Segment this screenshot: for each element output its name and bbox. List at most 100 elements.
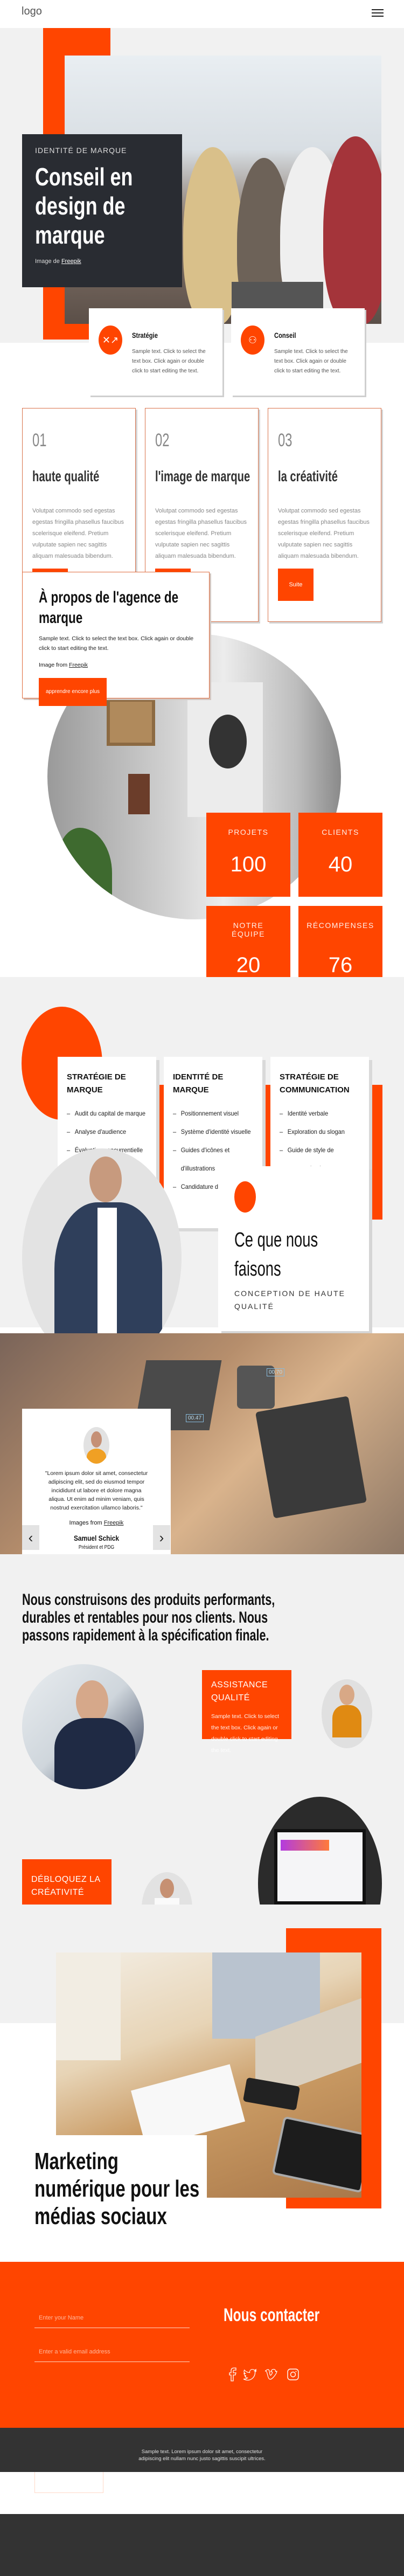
credit-prefix: Images from (69, 1520, 102, 1526)
photo-person (323, 136, 381, 324)
box-title: ASSISTANCE QUALITÉ (211, 1680, 268, 1702)
name-input[interactable] (34, 2308, 190, 2328)
testimonial-quote: "Lorem ipsum dolor sit amet, consectetur… (45, 1470, 148, 1511)
footer-edge (0, 2514, 404, 2519)
testimonial-avatar (83, 1427, 109, 1464)
hamburger-menu-button[interactable] (372, 8, 384, 18)
service-title: STRATÉGIE DE COMMUNICATION (280, 1072, 350, 1095)
hamburger-icon-bar (372, 12, 384, 13)
instagram-icon[interactable] (287, 2367, 299, 2382)
strategy-icon: ✕↗ (99, 326, 122, 355)
facebook-icon[interactable] (226, 2367, 238, 2382)
hero-title: Conseil en design de marque (35, 163, 133, 249)
chart-label: 00.47 (186, 1414, 204, 1422)
photo-dashboard-card (281, 1840, 329, 1851)
footer-text: Sample text. Lorem ipsum dolor sit amet,… (138, 2449, 266, 2462)
chart-label: 00.70 (267, 1368, 285, 1376)
site-header: logo (0, 0, 404, 28)
photo-tablet (271, 2116, 361, 2193)
photo-suit (54, 1718, 135, 1789)
carousel-prev-button[interactable]: ‹ (22, 1525, 39, 1550)
photo-head (160, 1879, 174, 1898)
hero-credit: Image de Freepik (35, 258, 169, 265)
submit-button[interactable]: SOUMETTRE (34, 2471, 103, 2493)
marketing-title: Marketing numérique pour les médias soci… (34, 2148, 200, 2229)
stat-value: 100 (230, 853, 267, 876)
testimonial-credit: Images from Freepik (22, 1520, 171, 1526)
hamburger-icon (372, 9, 384, 10)
card-number: 03 (278, 430, 292, 451)
about-card: À propos de l'agence de marque Sample te… (22, 572, 210, 706)
box-text: Sample text. Click to select the text bo… (211, 1713, 280, 1754)
hero-title-card: IDENTITÉ DE MARQUE Conseil en design de … (22, 134, 182, 287)
feature-card-strategy: ✕↗ Stratégie Sample text. Click to selec… (89, 308, 222, 396)
about-credit: Image from Freepik (39, 662, 193, 668)
stat-projects: PROJETS 100 (206, 813, 290, 897)
photo-head (89, 1157, 122, 1202)
photo-poster-circle (209, 715, 247, 768)
testimonial-role: Président et PDG (78, 1545, 115, 1550)
woman-photo (322, 1679, 372, 1748)
card-number: 02 (155, 430, 170, 451)
stat-value: 40 (328, 853, 353, 876)
email-input[interactable] (34, 2342, 190, 2362)
businessman-photo (22, 1664, 144, 1789)
logo[interactable]: logo (22, 5, 42, 18)
stat-label: PROJETS (228, 828, 269, 836)
testimonial-card: "Lorem ipsum dolor sit amet, consectetur… (22, 1409, 171, 1554)
about-title: À propos de l'agence de marque (39, 588, 179, 627)
feature-card-consulting: ⚇ Conseil Sample text. Click to select t… (231, 308, 365, 396)
photo-shirt (332, 1705, 361, 1737)
contact-section: SOUMETTRE Nous contacter 1 (234) 567-891… (0, 2262, 404, 2493)
card-text: Volutpat commodo sed egestas egestas fri… (278, 508, 370, 559)
carousel-next-button[interactable]: › (153, 1525, 170, 1550)
learn-more-button[interactable]: apprendre encore plus (39, 678, 107, 706)
freepik-link[interactable]: Freepik (69, 662, 88, 668)
photo-head (339, 1685, 354, 1705)
decorative-dot (234, 1181, 256, 1213)
service-item: Positionnement visuel (173, 1104, 257, 1123)
hero-section: IDENTITÉ DE MARQUE Conseil en design de … (0, 28, 404, 396)
service-item: Analyse d'audience (67, 1123, 151, 1141)
service-item: Audit du capital de marque (67, 1104, 151, 1123)
photo-plant (58, 828, 112, 903)
feature-text: Sample text. Click to select the text bo… (132, 349, 206, 374)
service-item: Exploration du slogan (280, 1123, 364, 1141)
footer (0, 2514, 404, 2576)
avatar-face (91, 1431, 102, 1448)
card-title: l'image de marque (155, 468, 250, 484)
feature-title: Stratégie (132, 331, 158, 340)
feature-card-3: 03 la créativité Volutpat commodo sed eg… (268, 408, 381, 622)
testimonial-name: Samuel Schick (73, 1534, 119, 1542)
card-number: 01 (32, 430, 47, 451)
stat-clients: CLIENTS 40 (298, 813, 382, 897)
what-we-do-subtitle: CONCEPTION DE HAUTE QUALITÉ (234, 1289, 346, 1311)
message-textarea[interactable] (34, 2369, 190, 2430)
products-section: Nous construisons des produits performan… (0, 1554, 404, 1970)
testimonial-section: 00.47 00.70 "Lorem ipsum dolor sit amet,… (0, 1333, 404, 1554)
card-text: Volutpat commodo sed egestas egestas fri… (32, 508, 124, 559)
card-title: haute qualité (32, 468, 100, 484)
feature-text: Sample text. Click to select the text bo… (274, 349, 348, 374)
service-item: Système d'identité visuelle (173, 1123, 257, 1141)
what-we-do-title: Ce que nous faisons (234, 1229, 318, 1280)
freepik-link[interactable]: Freepik (104, 1520, 124, 1526)
service-item: Identité verbale (280, 1104, 364, 1123)
photo-head (76, 1680, 108, 1723)
feature-title: Conseil (274, 331, 296, 340)
vimeo-icon[interactable] (265, 2367, 278, 2382)
about-text: Sample text. Click to select the text bo… (39, 635, 194, 652)
stat-label: CLIENTS (322, 828, 359, 836)
twitter-icon[interactable] (243, 2367, 257, 2382)
hero-kicker: IDENTITÉ DE MARQUE (35, 146, 127, 155)
products-title: Nous construisons des produits performan… (22, 1591, 275, 1644)
freepik-link[interactable]: Freepik (61, 258, 81, 265)
stat-label: RÉCOMPENSES (307, 921, 374, 930)
card-title: la créativité (278, 468, 338, 484)
quality-support-box: ASSISTANCE QUALITÉ Sample text. Click to… (202, 1670, 291, 1754)
photo-frame (128, 774, 150, 814)
stat-value: 76 (328, 953, 353, 977)
photo-laptop (255, 1396, 367, 1519)
credit-prefix: Image from (39, 662, 68, 668)
card-more-button[interactable]: Suite (278, 569, 314, 601)
